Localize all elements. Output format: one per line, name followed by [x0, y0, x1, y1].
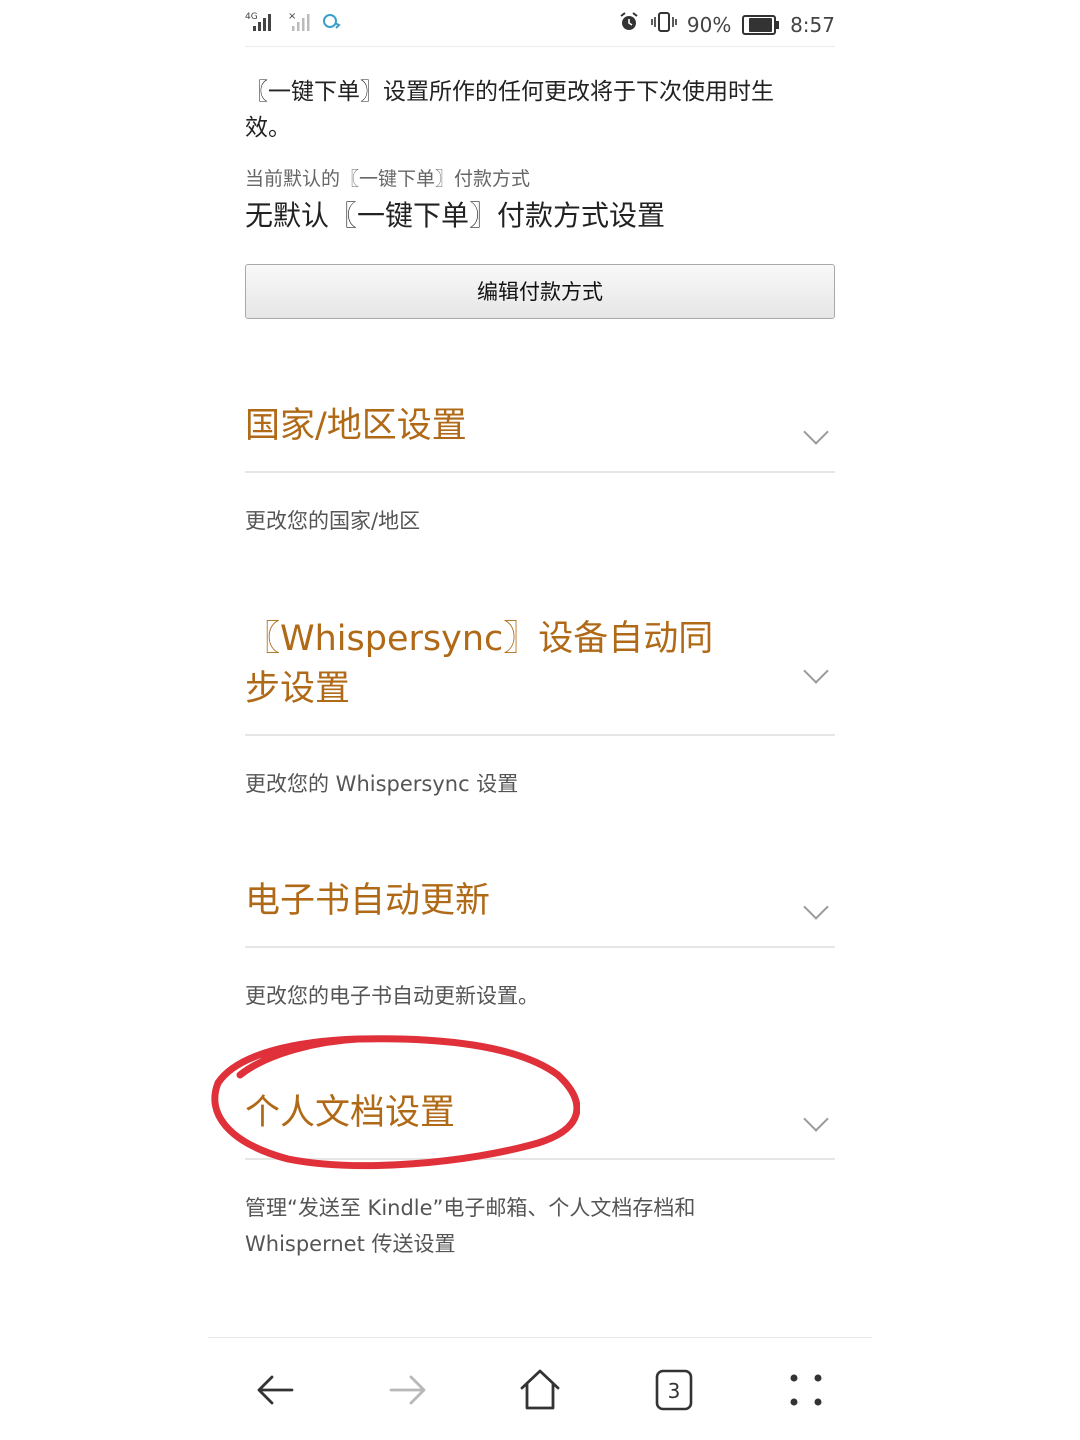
home-icon	[520, 1369, 560, 1410]
section-personal-docs-header[interactable]: 个人文档设置	[245, 1088, 835, 1160]
section-title: 个人文档设置	[245, 1093, 456, 1133]
section-whispersync-header[interactable]: 〖Whispersync〗设备自动同步设置	[245, 614, 835, 736]
tabs-button[interactable]: 3	[650, 1366, 698, 1414]
tabs-icon: 3	[655, 1369, 693, 1411]
signal-4g-icon: 4G	[245, 10, 279, 36]
section-desc: 更改您的 Whispersync 设置	[245, 772, 519, 796]
menu-button[interactable]	[782, 1366, 830, 1414]
one-click-note: 〖一键下单〗设置所作的任何更改将于下次使用时生效。	[245, 79, 774, 141]
edit-payment-button[interactable]: 编辑付款方式	[245, 264, 835, 319]
section-personal-docs: 个人文档设置 管理“发送至 Kindle”电子邮箱、个人文档存档和 Whispe…	[245, 1088, 835, 1262]
four-dots-icon	[790, 1374, 822, 1406]
signal-secondary-icon: ×	[288, 10, 312, 36]
status-bar: 4G × 90% 8:57	[245, 0, 835, 47]
tabs-count: 3	[668, 1379, 681, 1403]
home-button[interactable]	[516, 1366, 564, 1414]
chevron-down-icon[interactable]	[803, 658, 829, 684]
section-ebook-update: 电子书自动更新 更改您的电子书自动更新设置。	[245, 876, 835, 1014]
section-desc: 管理“发送至 Kindle”电子邮箱、个人文档存档和 Whispernet 传送…	[245, 1196, 696, 1256]
sync-icon	[321, 11, 341, 35]
vibrate-icon	[650, 11, 677, 39]
alarm-icon	[618, 11, 640, 39]
battery-fill	[748, 17, 773, 32]
section-desc: 更改您的电子书自动更新设置。	[245, 984, 539, 1008]
section-title: 电子书自动更新	[245, 881, 491, 921]
battery-icon	[741, 14, 779, 35]
signal-type-label: 4G	[245, 12, 258, 22]
current-payment-value: 无默认〖一键下单〗付款方式设置	[245, 199, 666, 232]
section-country-header[interactable]: 国家/地区设置	[245, 401, 835, 473]
section-country: 国家/地区设置 更改您的国家/地区	[245, 401, 835, 539]
status-left: 4G ×	[245, 10, 346, 36]
chevron-down-icon[interactable]	[803, 894, 829, 920]
section-title: 〖Whispersync〗设备自动同步设置	[245, 619, 714, 709]
section-desc: 更改您的国家/地区	[245, 509, 421, 533]
forward-button[interactable]	[383, 1366, 431, 1414]
arrow-left-icon	[257, 1375, 294, 1405]
chevron-down-icon[interactable]	[803, 1106, 829, 1132]
section-ebook-update-header[interactable]: 电子书自动更新	[245, 876, 835, 948]
current-payment-label: 当前默认的〖一键下单〗付款方式	[245, 168, 531, 190]
battery-percent: 90%	[686, 12, 732, 37]
bottom-nav: 3	[208, 1337, 872, 1440]
section-title: 国家/地区设置	[245, 406, 467, 446]
clock: 8:57	[790, 12, 835, 37]
svg-text:×: ×	[288, 11, 296, 22]
section-whispersync: 〖Whispersync〗设备自动同步设置 更改您的 Whispersync 设…	[245, 614, 835, 802]
chevron-down-icon[interactable]	[803, 419, 829, 445]
status-right: 90% 8:57	[614, 10, 835, 39]
arrow-right-icon	[389, 1375, 426, 1405]
back-button[interactable]	[252, 1366, 300, 1414]
